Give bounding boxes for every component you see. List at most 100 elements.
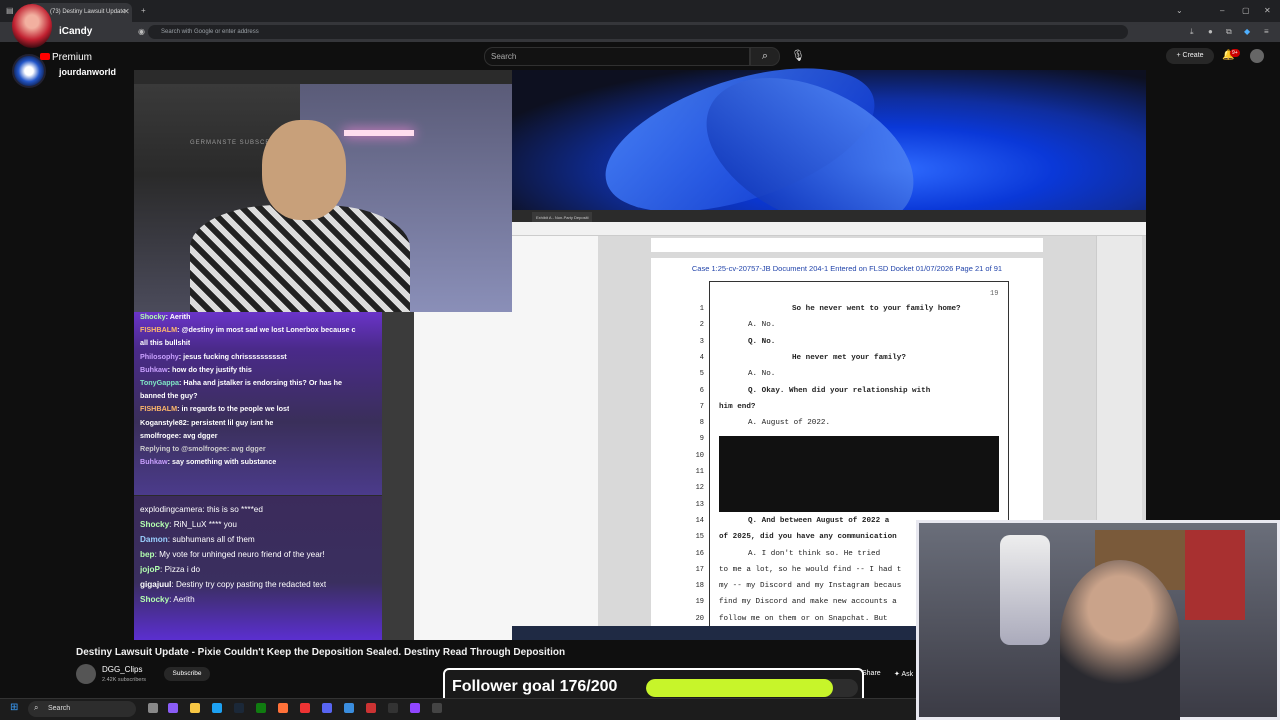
overlay-avatar (12, 4, 52, 48)
transcript-line: A. No. (748, 321, 776, 330)
transcript-line: him end? (719, 402, 756, 411)
chat-text: RiN_LuX **** you (173, 520, 237, 529)
new-tab-icon[interactable]: + (141, 6, 146, 16)
chat-message: jojoP: Pizza i do (140, 565, 201, 574)
transcript-line: A. August of 2022. (748, 419, 831, 428)
app-icon[interactable] (168, 703, 178, 713)
address-placeholder: Search with Google or enter address (161, 29, 259, 35)
channel-avatar-small[interactable] (76, 664, 96, 684)
menu-icon[interactable]: ≡ (1264, 27, 1269, 37)
extension-icon[interactable]: ◆ (1244, 27, 1250, 37)
transcript-line: A. I don't think so. He tried (748, 549, 881, 558)
line-number: 10 (695, 451, 704, 460)
follower-goal-fill (646, 679, 833, 697)
chat-username[interactable]: bep (140, 550, 155, 559)
chat-username[interactable]: jojoP (140, 565, 160, 574)
line-number: 6 (699, 386, 704, 395)
mic-button[interactable]: 🎙 (788, 47, 808, 66)
chat-username[interactable]: Shocky (140, 312, 166, 321)
transcript-page-number: 19 (990, 290, 999, 298)
chat-text: @destiny im most sad we lost Lonerbox be… (181, 325, 356, 335)
taskbar-search[interactable]: Search (28, 701, 136, 717)
download-icon[interactable]: ⤓ (1190, 27, 1194, 37)
task-view-icon[interactable] (148, 703, 158, 713)
redaction-block (719, 436, 999, 512)
chat-username[interactable]: Damon (140, 535, 168, 544)
chat-username[interactable]: Philosophy (140, 352, 179, 361)
minimize-icon[interactable]: – (1220, 6, 1224, 16)
google-icon[interactable]: ◉ (138, 27, 145, 37)
chat-username[interactable]: Shocky (140, 595, 169, 604)
subscribe-button[interactable]: Subscribe (164, 667, 210, 681)
chat-username[interactable]: Koganstyle82 (140, 418, 187, 427)
app-icon[interactable] (366, 703, 376, 713)
create-label: Create (1182, 52, 1204, 59)
chat-text: subhumans all of them (172, 535, 255, 544)
close-tab-icon[interactable]: ✕ (123, 7, 130, 17)
chat-username[interactable]: FISHBALM (140, 325, 177, 334)
avatar[interactable] (1250, 49, 1264, 63)
edge-icon[interactable] (212, 703, 222, 713)
chat-username[interactable]: Buhkaw (140, 457, 168, 466)
taskbar-search-icon: ⌕ (34, 703, 39, 712)
chat-text: jesus fucking chrisssssssssst (183, 351, 287, 361)
chat-text: how do they justify this (171, 364, 252, 374)
chat-username[interactable]: TonyGappa (140, 378, 179, 387)
line-number: 8 (699, 419, 704, 428)
line-number: 19 (695, 598, 704, 607)
chat-text: avg dgger (183, 430, 218, 440)
chat-text: Aerith (169, 312, 191, 321)
ask-button[interactable]: ✦ Ask (894, 670, 913, 678)
chat-message: Philosophy: jesus fucking chrissssssssss… (140, 351, 287, 361)
twitch-icon[interactable] (410, 703, 420, 713)
line-number: 4 (699, 353, 704, 362)
webcam-poster (1185, 530, 1245, 620)
search-button[interactable]: ⌕ (750, 47, 780, 66)
line-number: 12 (695, 484, 704, 493)
maximize-icon[interactable]: ▢ (1242, 6, 1250, 16)
search-input[interactable]: Search (484, 47, 750, 66)
overlay-name: iCandy (59, 26, 93, 37)
line-number: 5 (699, 370, 704, 379)
chat-message: Shocky: Aerith (140, 312, 191, 321)
line-number: 20 (695, 614, 704, 623)
taskbar-search-label: Search (48, 705, 71, 712)
video-channel-name[interactable]: DGG_Clips (102, 665, 142, 674)
channel-name[interactable]: jourdanworld (59, 67, 116, 77)
chat-text: Aerith (173, 595, 195, 604)
app-icon[interactable] (432, 703, 442, 713)
chat-username[interactable]: Shocky (140, 520, 169, 529)
chat-username[interactable]: gigajuul (140, 580, 171, 589)
account-icon[interactable]: ● (1208, 27, 1213, 37)
chat-message: Shocky: Aerith (140, 595, 195, 604)
sidebar-toggle-icon[interactable]: ▤ (6, 6, 14, 16)
discord-icon[interactable] (322, 703, 332, 713)
steam-icon[interactable] (234, 703, 244, 713)
xbox-icon[interactable] (256, 703, 266, 713)
windows-start-icon[interactable]: ⊞ (10, 702, 18, 713)
tab-list-icon[interactable]: ⌄ (1176, 6, 1183, 16)
address-input[interactable]: Search with Google or enter address (148, 25, 1128, 39)
chat-text: Haha and jstalker is endorsing this? Or … (183, 378, 342, 387)
chat-username[interactable]: smolfrogee (140, 431, 179, 440)
app-icon[interactable] (344, 703, 354, 713)
brave-icon[interactable] (300, 703, 310, 713)
chat-message: explodingcamera: this is so ****ed (140, 505, 263, 514)
follower-goal-bar (646, 679, 858, 697)
share-button[interactable]: Share (862, 670, 881, 677)
extensions-icon[interactable]: ⧉ (1226, 27, 1232, 37)
pdf-page-prev (651, 238, 1043, 252)
ask-label: Ask (901, 671, 914, 678)
terminal-icon[interactable] (388, 703, 398, 713)
file-explorer-icon[interactable] (190, 703, 200, 713)
create-button[interactable]: + Create (1166, 48, 1214, 64)
close-window-icon[interactable]: ✕ (1264, 6, 1271, 16)
chat-username[interactable]: Buhkaw (140, 365, 168, 374)
docket-header: Case 1:25-cv-20757-JB Document 204-1 Ent… (691, 264, 1003, 273)
follower-goal-label: Follower goal 176/200 (452, 678, 618, 695)
transcript-line: follow me on them or on Snapchat. But (719, 614, 888, 623)
reactor-person (1060, 560, 1180, 720)
chat-username[interactable]: FISHBALM (140, 404, 177, 413)
webcam-light (344, 130, 414, 136)
firefox-icon[interactable] (278, 703, 288, 713)
